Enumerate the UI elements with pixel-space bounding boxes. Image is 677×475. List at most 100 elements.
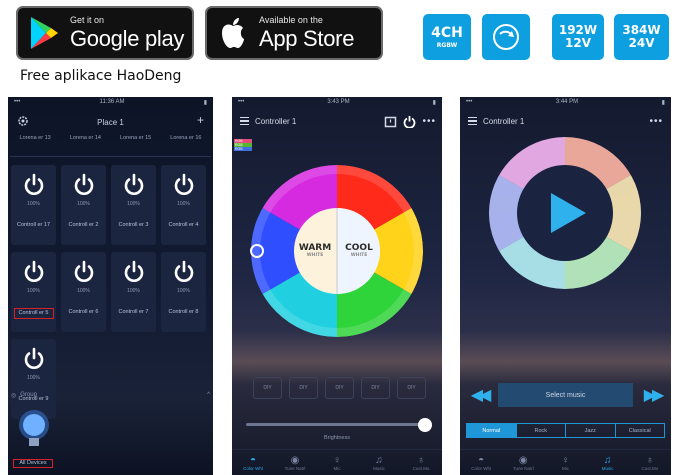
device-label: Controll er 4 [168, 222, 199, 228]
phone-device-list: ••• 11:36 AM ▮ Place 1 + Lorena er 13 Lo… [8, 97, 213, 475]
all-devices-label[interactable]: All Devices [13, 459, 53, 468]
power-icon[interactable] [122, 173, 146, 197]
tab-music[interactable]: ♫ Music [590, 455, 626, 471]
genre-tab-classical[interactable]: Classical [616, 424, 665, 437]
place-title: Place 1 [97, 118, 124, 127]
diy-scene-button[interactable]: DIY [253, 377, 282, 399]
warm-white-button[interactable]: WARM WHITE [296, 243, 334, 258]
device-brightness: 100% [27, 375, 40, 381]
device-card[interactable]: 100% Controll er 4 [161, 165, 206, 245]
power-icon[interactable] [172, 260, 196, 284]
diy-scene-button[interactable]: DIY [325, 377, 354, 399]
genre-tabs: Normal Rock Jazz Classical [466, 423, 665, 438]
power-icon[interactable] [72, 173, 96, 197]
device-card[interactable]: 100% Controll er 5 [11, 252, 56, 332]
tab-label: Color Whl [471, 465, 491, 471]
app-store-small-text: Available on the [259, 15, 323, 25]
tab-tune[interactable]: ◉ Tune Natrl [505, 455, 541, 471]
apple-icon [207, 8, 259, 58]
power-24v-tile: 384W 24V [614, 14, 669, 60]
zone-tab[interactable]: Lorena er 16 [164, 135, 208, 156]
device-label: Controll er 3 [118, 222, 149, 228]
music-icon: ♫ [375, 454, 383, 466]
forward-icon[interactable]: ▶▶ [639, 385, 665, 405]
device-label: Controll er 17 [16, 222, 51, 228]
diy-scene-button[interactable]: DIY [397, 377, 426, 399]
battery-label: ▮ [203, 100, 207, 106]
group-label: Group [20, 392, 37, 398]
genre-tab-normal[interactable]: Normal [467, 424, 517, 437]
color-wheel[interactable] [232, 97, 442, 375]
bottom-tab-bar: ◓ Color Whl ◉ Tune Natrl ♀ Mic ♫ Music ♁ Cust… [232, 449, 442, 475]
bulb-icon[interactable] [18, 405, 50, 455]
tab-label: Cust.Mo [412, 465, 430, 471]
tab-tune[interactable]: ◉ Tune Natrl [277, 455, 313, 471]
add-icon[interactable]: + [197, 113, 204, 127]
channels-sub-label: RGBW [436, 42, 458, 49]
device-label: Controll er 8 [168, 309, 199, 315]
channels-label: 4CH [431, 25, 463, 41]
app-store-badge[interactable]: Available on the App Store [205, 6, 383, 60]
tab-custom[interactable]: ♁ Cust.Mo [403, 455, 439, 471]
google-play-big-text: Google play [70, 26, 185, 51]
select-music-field[interactable]: Select music [498, 383, 633, 407]
brightness-label: Brightness [324, 435, 350, 441]
device-brightness: 100% [127, 201, 140, 207]
brightness-slider-handle[interactable] [418, 418, 432, 432]
warm-label: WARM [298, 243, 332, 253]
device-label: Controll er 2 [68, 222, 99, 228]
circle-tile [482, 14, 530, 60]
rewind-icon[interactable]: ◀◀ [466, 385, 492, 405]
google-play-badge[interactable]: Get it on Google play [16, 6, 194, 60]
tab-mic[interactable]: ♀ Mic [319, 455, 355, 471]
tab-custom[interactable]: ♁ Cust.Mo [632, 455, 668, 471]
group-row[interactable]: ◎ Group ^ [11, 389, 210, 401]
device-grid: 100% Controll er 17 100% Controll er 2 100% C… [11, 165, 211, 419]
device-card[interactable]: 100% Controll er 8 [161, 252, 206, 332]
diy-scene-button[interactable]: DIY [289, 377, 318, 399]
app-store-big-text: App Store [259, 26, 355, 51]
device-card[interactable]: 100% Controll er 17 [11, 165, 56, 245]
tab-color-wheel[interactable]: ◓ Color Whl [235, 455, 271, 471]
zone-tab[interactable]: Lorena er 14 [63, 135, 107, 156]
device-card[interactable]: 100% Controll er 6 [61, 252, 106, 332]
tab-mic[interactable]: ♀ Mic [547, 455, 583, 471]
tab-label: Cust.Mo [641, 465, 659, 471]
tab-label: Music [601, 465, 614, 471]
brightness-slider-track[interactable] [246, 423, 422, 426]
zone-tab[interactable]: Lorena er 13 [13, 135, 57, 156]
group-icon: ◎ [11, 392, 17, 399]
carrier-label: ••• [14, 99, 21, 105]
cool-white-button[interactable]: COOL WHITE [340, 243, 378, 258]
device-brightness: 100% [177, 288, 190, 294]
diy-scenes: DIY DIY DIY DIY DIY [253, 377, 426, 399]
phone-color-wheel: ••• 3:43 PM ▮ Controller 1 ••• RGB RGB R… [232, 97, 442, 475]
channels-tile: 4CH RGBW [423, 14, 471, 60]
tab-label: Tune Natrl [284, 465, 306, 471]
device-label: Controll er 5 [13, 308, 54, 319]
color-wheel-icon: ◓ [249, 454, 257, 466]
power-icon[interactable] [172, 173, 196, 197]
tab-label: Mic [561, 465, 569, 471]
genre-tab-rock[interactable]: Rock [517, 424, 566, 437]
device-card[interactable]: 100% Controll er 3 [111, 165, 156, 245]
device-brightness: 100% [177, 201, 190, 207]
power-icon[interactable] [22, 347, 46, 371]
device-brightness: 100% [77, 288, 90, 294]
mic-icon: ♀ [333, 454, 341, 466]
device-card[interactable]: 100% Controll er 7 [111, 252, 156, 332]
device-label: Controll er 6 [68, 309, 99, 315]
power-icon[interactable] [22, 260, 46, 284]
power-icon[interactable] [22, 173, 46, 197]
zone-tab[interactable]: Lorena er 15 [114, 135, 158, 156]
music-controls: ◀◀ Select music ▶▶ [466, 383, 665, 407]
tab-color-wheel[interactable]: ◓ Color Whl [463, 455, 499, 471]
device-brightness: 100% [77, 201, 90, 207]
power-icon[interactable] [122, 260, 146, 284]
power-icon[interactable] [72, 260, 96, 284]
device-card[interactable]: 100% Controll er 2 [61, 165, 106, 245]
genre-tab-jazz[interactable]: Jazz [566, 424, 616, 437]
tab-music[interactable]: ♫ Music [361, 455, 397, 471]
diy-scene-button[interactable]: DIY [361, 377, 390, 399]
bottom-tab-bar: ◓ Color Whl ◉ Tune Natrl ♀ Mic ♫ Music ♁ Cust… [460, 449, 671, 475]
